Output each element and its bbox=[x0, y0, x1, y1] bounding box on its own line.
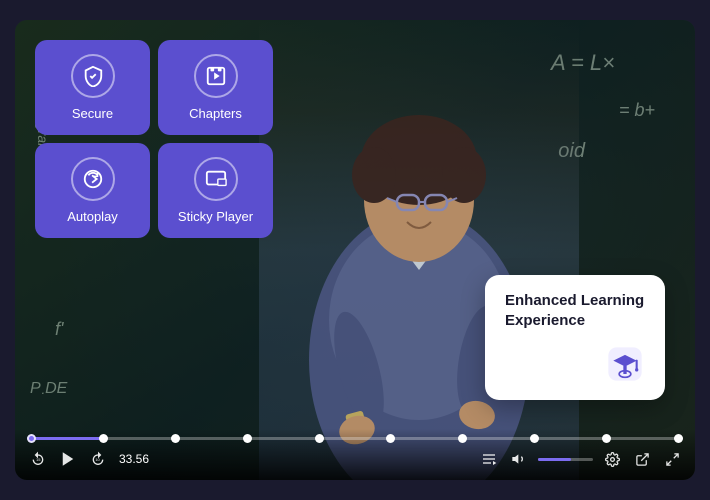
learning-card-title: Enhanced Learning Experience bbox=[505, 291, 645, 330]
progress-dot-5 bbox=[315, 434, 324, 443]
volume-slider[interactable] bbox=[538, 458, 593, 461]
svg-text:10: 10 bbox=[95, 457, 100, 462]
progress-dot-7 bbox=[458, 434, 467, 443]
progress-bar[interactable] bbox=[27, 437, 683, 440]
feature-grid: Secure Chapters bbox=[35, 40, 273, 238]
progress-dot-3 bbox=[171, 434, 180, 443]
progress-dot-4 bbox=[243, 434, 252, 443]
svg-text:15: 15 bbox=[36, 457, 41, 462]
chapters-label: Chapters bbox=[189, 106, 242, 121]
formula-6: P·DE bbox=[30, 380, 67, 400]
progress-dot-10 bbox=[674, 434, 683, 443]
skip-forward-button[interactable]: 10 bbox=[87, 448, 109, 470]
secure-icon bbox=[71, 54, 115, 98]
volume-button[interactable] bbox=[508, 448, 530, 470]
video-player: A = L× = b+ oid B+ parallelogram P·DE f' bbox=[15, 20, 695, 480]
autoplay-icon bbox=[71, 157, 115, 201]
learning-card-icon-area bbox=[505, 344, 645, 384]
person-area bbox=[259, 20, 579, 480]
learning-card: Enhanced Learning Experience bbox=[485, 275, 665, 400]
chapters-icon bbox=[194, 54, 238, 98]
formula-2: = b+ bbox=[619, 100, 655, 121]
progress-dot-1 bbox=[27, 434, 36, 443]
controls-row: 15 10 33.56 bbox=[27, 448, 683, 470]
formula-7: f' bbox=[55, 319, 63, 340]
progress-dot-8 bbox=[530, 434, 539, 443]
secure-label: Secure bbox=[72, 106, 113, 121]
time-display: 33.56 bbox=[119, 452, 149, 466]
play-button[interactable] bbox=[57, 448, 79, 470]
rewind-button[interactable]: 15 bbox=[27, 448, 49, 470]
graduation-cap-icon bbox=[605, 344, 645, 384]
settings-button[interactable] bbox=[601, 448, 623, 470]
playlist-button[interactable] bbox=[478, 448, 500, 470]
sticky-player-icon bbox=[194, 157, 238, 201]
progress-markers bbox=[27, 433, 683, 443]
feature-card-sticky-player[interactable]: Sticky Player bbox=[158, 143, 273, 238]
volume-fill bbox=[538, 458, 571, 461]
progress-dot-2 bbox=[99, 434, 108, 443]
fullscreen-button[interactable] bbox=[661, 448, 683, 470]
sticky-player-label: Sticky Player bbox=[178, 209, 253, 224]
autoplay-label: Autoplay bbox=[67, 209, 118, 224]
feature-card-secure[interactable]: Secure bbox=[35, 40, 150, 135]
share-button[interactable] bbox=[631, 448, 653, 470]
feature-card-autoplay[interactable]: Autoplay bbox=[35, 143, 150, 238]
feature-card-chapters[interactable]: Chapters bbox=[158, 40, 273, 135]
progress-dot-6 bbox=[386, 434, 395, 443]
controls-bar: 15 10 33.56 bbox=[15, 429, 695, 480]
progress-dot-9 bbox=[602, 434, 611, 443]
